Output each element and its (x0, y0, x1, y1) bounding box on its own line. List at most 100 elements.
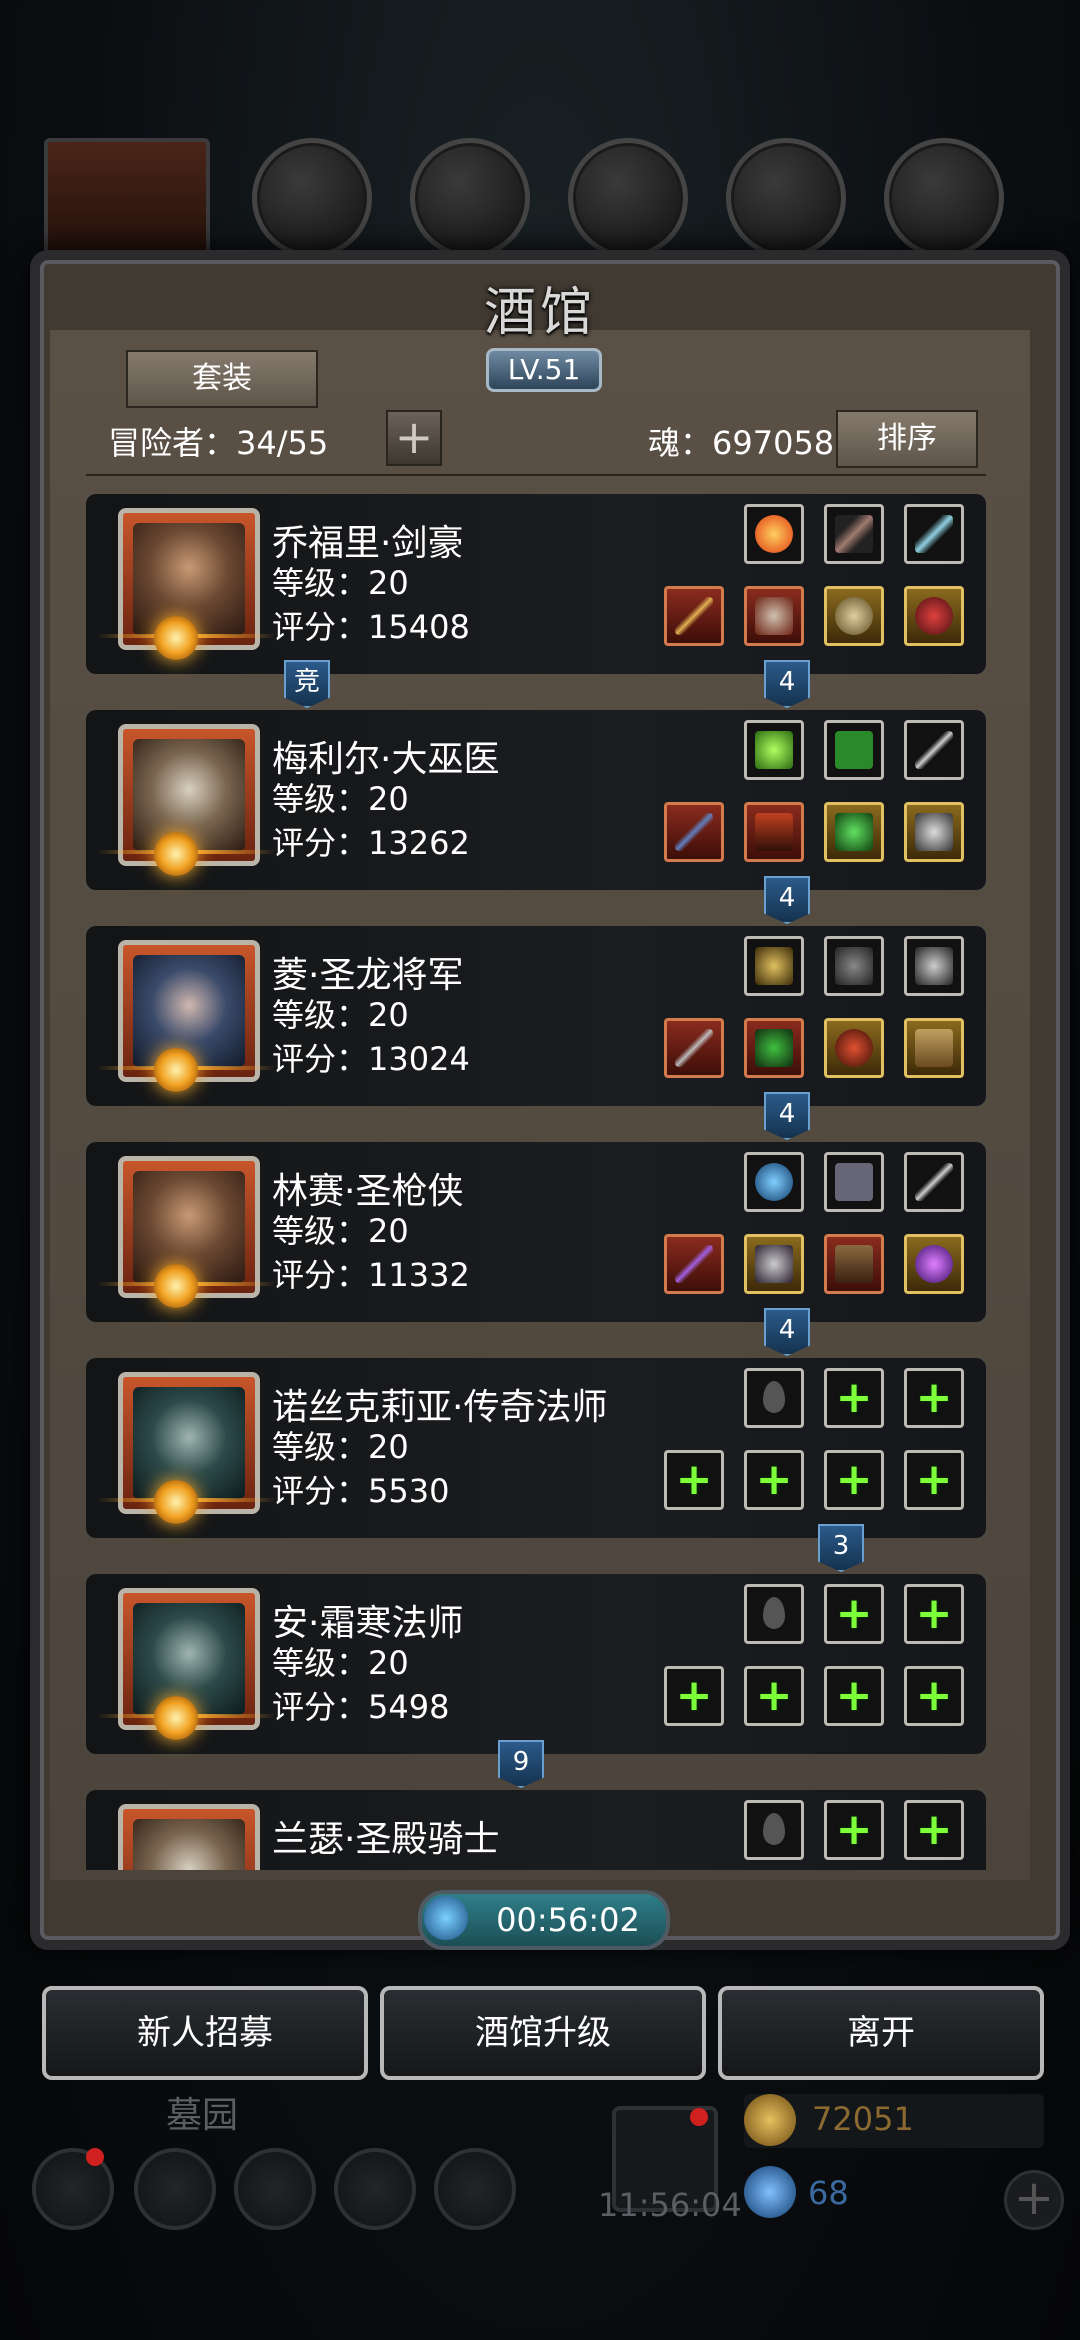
map-menu-icon[interactable] (434, 2148, 516, 2230)
armor-equip-icon[interactable] (744, 586, 804, 646)
rank-emblem-icon (154, 1480, 198, 1524)
hero-level: 等级：20 (272, 780, 409, 818)
star-count-tag: 4 (764, 1308, 810, 1356)
add-weapon-icon[interactable]: + (664, 1666, 724, 1726)
necklace-equip-icon[interactable] (824, 1018, 884, 1078)
hero-card[interactable]: 诺丝克莉亚·传奇法师 等级：20 评分：5530 + + + + + + (86, 1358, 986, 1538)
rank-emblem-icon (154, 1696, 198, 1740)
sword-equip-icon[interactable] (664, 586, 724, 646)
add-skill-icon[interactable]: + (904, 1584, 964, 1644)
claw-skill-icon[interactable] (824, 504, 884, 564)
notification-dot (690, 2108, 708, 2126)
rank-emblem-icon (154, 832, 198, 876)
add-weapon-icon[interactable]: + (664, 1450, 724, 1510)
gem-equip-icon[interactable] (824, 802, 884, 862)
hero-card[interactable]: 乔福里·剑豪 等级：20 评分：15408 (86, 494, 986, 674)
add-accessory-icon[interactable]: + (824, 1666, 884, 1726)
mask-skill-icon[interactable] (824, 936, 884, 996)
hero-card[interactable]: 兰瑟·圣殿骑士 + + (86, 1790, 986, 1870)
empty-skill-slot[interactable] (744, 1584, 804, 1644)
hero-score: 评分：11332 (272, 1256, 470, 1294)
hero-level: 等级：20 (272, 1428, 409, 1466)
shield-skill-icon[interactable] (744, 936, 804, 996)
hero-level: 等级：20 (272, 1644, 409, 1682)
timer-text: 00:56:02 (496, 1901, 640, 1939)
gold-coin-icon (744, 2094, 796, 2146)
lance-equip-icon[interactable] (664, 1234, 724, 1294)
hero-score: 评分：13262 (272, 824, 470, 862)
add-skill-icon[interactable]: + (904, 1800, 964, 1860)
star-count-tag: 4 (764, 660, 810, 708)
empty-skill-slot[interactable] (744, 1368, 804, 1428)
mail-icon[interactable] (334, 2148, 416, 2230)
hero-level: 等级：20 (272, 996, 409, 1034)
hero-score: 评分：13024 (272, 1040, 470, 1078)
hero-level: 等级：20 (272, 564, 409, 602)
add-skill-icon[interactable]: + (824, 1368, 884, 1428)
poison-skill-icon[interactable] (744, 720, 804, 780)
upgrade-tavern-button[interactable]: 酒馆升级 (380, 1986, 706, 2080)
hero-score: 评分：5530 (272, 1472, 450, 1510)
dagger-skill-icon[interactable] (904, 720, 964, 780)
hero-card[interactable]: 菱·圣龙将军 等级：20 评分：13024 (86, 926, 986, 1106)
hero-card[interactable]: 梅利尔·大巫医 等级：20 评分：13262 (86, 710, 986, 890)
add-accessory-icon[interactable]: + (904, 1666, 964, 1726)
plate-equip-icon[interactable] (744, 1018, 804, 1078)
panel-title: 酒馆 (483, 283, 596, 343)
star-count-tag: 4 (764, 1092, 810, 1140)
adventurer-count: 冒险者：34/55 (108, 424, 329, 462)
rank-emblem-icon (154, 1264, 198, 1308)
refresh-timer: 00:56:02 (418, 1890, 670, 1950)
spear-skill-icon[interactable] (904, 1152, 964, 1212)
add-accessory-icon[interactable]: + (824, 1450, 884, 1510)
hero-level: 等级：20 (272, 1212, 409, 1250)
leave-button[interactable]: 离开 (718, 1986, 1044, 2080)
add-skill-icon[interactable]: + (824, 1584, 884, 1644)
crystal-resource-icon (726, 138, 846, 258)
gold-amount: 72051 (812, 2100, 914, 2138)
tavern-level-badge: LV.51 (486, 348, 602, 392)
gem-icon (744, 2166, 796, 2218)
add-skill-icon[interactable]: + (904, 1368, 964, 1428)
crest-skill-icon[interactable] (904, 936, 964, 996)
star-count-tag: 3 (818, 1524, 864, 1572)
header-divider (86, 474, 986, 476)
breastplate-equip-icon[interactable] (744, 1234, 804, 1294)
hero-avatar (118, 1804, 260, 1870)
blade-skill-icon[interactable] (904, 504, 964, 564)
hero-list[interactable]: 乔福里·剑豪 等级：20 评分：15408 竞 4 梅利尔·大巫医 等级：20 … (86, 490, 986, 1870)
amulet-equip-icon[interactable] (904, 586, 964, 646)
staff-equip-icon[interactable] (664, 802, 724, 862)
card-skill-icon[interactable] (824, 1152, 884, 1212)
eye-equip-icon[interactable] (904, 1234, 964, 1294)
recruit-button[interactable]: 新人招募 (42, 1986, 368, 2080)
rune-skill-icon[interactable] (824, 720, 884, 780)
area-name: 墓园 (166, 2095, 239, 2136)
hero-card[interactable]: 林赛·圣枪侠 等级：20 评分：11332 (86, 1142, 986, 1322)
gem-amount: 68 (808, 2174, 849, 2212)
add-adventurer-button[interactable]: + (386, 410, 442, 466)
scroll-equip-icon[interactable] (904, 1018, 964, 1078)
add-accessory-icon[interactable]: + (904, 1450, 964, 1510)
clock-icon (424, 1896, 468, 1940)
ring-equip-icon[interactable] (824, 586, 884, 646)
empty-skill-slot[interactable] (744, 1800, 804, 1860)
greatsword-equip-icon[interactable] (664, 1018, 724, 1078)
add-armor-icon[interactable]: + (744, 1666, 804, 1726)
guild-menu-icon[interactable] (234, 2148, 316, 2230)
robe-equip-icon[interactable] (744, 802, 804, 862)
soul-count: 魂：697058 (648, 424, 835, 462)
sort-button[interactable]: 排序 (836, 410, 978, 468)
add-armor-icon[interactable]: + (744, 1450, 804, 1510)
add-currency-button[interactable]: + (1004, 2170, 1064, 2230)
set-button[interactable]: 套装 (126, 350, 318, 408)
relic-equip-icon[interactable] (904, 802, 964, 862)
hero-card[interactable]: 安·霜寒法师 等级：20 评分：5498 + + + + + + (86, 1574, 986, 1754)
orb-skill-icon[interactable] (744, 1152, 804, 1212)
hero-menu-icon[interactable] (134, 2148, 216, 2230)
rank-emblem-icon (154, 616, 198, 660)
add-skill-icon[interactable]: + (824, 1800, 884, 1860)
notification-dot (86, 2148, 104, 2166)
tome-equip-icon[interactable] (824, 1234, 884, 1294)
fire-skill-icon[interactable] (744, 504, 804, 564)
